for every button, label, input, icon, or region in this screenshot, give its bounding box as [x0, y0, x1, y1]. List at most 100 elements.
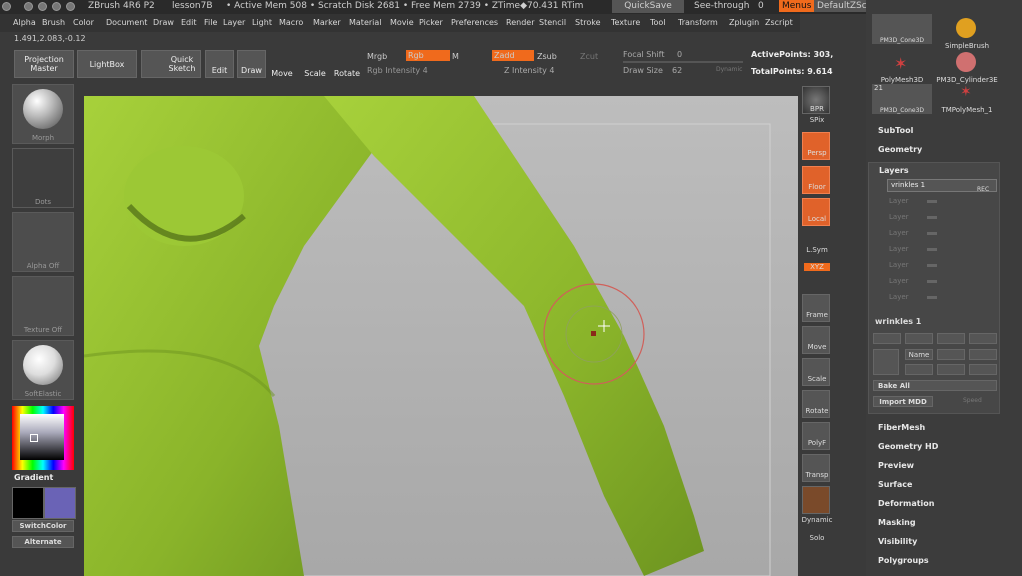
surface-section[interactable]: Surface: [878, 480, 912, 489]
layer-action-button[interactable]: [937, 333, 965, 344]
tool-thumb-pm3d-cone-2[interactable]: 21 PM3D_Cone3D: [872, 84, 932, 114]
switchcolor-button[interactable]: SwitchColor: [12, 520, 74, 532]
primary-color-swatch[interactable]: [12, 487, 44, 519]
bake-all-button[interactable]: Bake All: [873, 380, 997, 391]
layer-slot[interactable]: Layer: [889, 229, 909, 237]
stroke-thumbnail[interactable]: Dots: [12, 148, 74, 208]
see-through-value[interactable]: 0: [758, 1, 764, 11]
menu-movie[interactable]: Movie: [390, 18, 414, 27]
geometry-hd-section[interactable]: Geometry HD: [878, 442, 938, 451]
restore-icon[interactable]: [52, 2, 61, 11]
menu-edit[interactable]: Edit: [181, 18, 197, 27]
speed-slider[interactable]: Speed: [963, 397, 982, 404]
delete-layer-button[interactable]: [969, 349, 997, 360]
deformation-section[interactable]: Deformation: [878, 499, 934, 508]
window-icon[interactable]: [2, 2, 11, 11]
menu-texture[interactable]: Texture: [611, 18, 640, 27]
persp-button[interactable]: Persp: [802, 132, 830, 160]
masking-section[interactable]: Masking: [878, 518, 916, 527]
menu-preferences[interactable]: Preferences: [451, 18, 498, 27]
rec-button[interactable]: REC: [977, 186, 989, 193]
menu-document[interactable]: Document: [106, 18, 147, 27]
new-layer-button[interactable]: [873, 349, 899, 375]
scale-view-button[interactable]: Scale: [802, 358, 830, 386]
zsub-button[interactable]: Zsub: [537, 52, 557, 61]
menu-material[interactable]: Material: [349, 18, 382, 27]
layer-action-button[interactable]: [873, 333, 901, 344]
zcut-button[interactable]: Zcut: [580, 52, 598, 61]
menu-layer[interactable]: Layer: [223, 18, 245, 27]
secondary-color-swatch[interactable]: [44, 487, 76, 519]
layer-slot[interactable]: Layer: [889, 245, 909, 253]
alternate-button[interactable]: Alternate: [12, 536, 74, 548]
dynamic-toggle[interactable]: Dynamic: [716, 66, 742, 73]
lsym-button[interactable]: L.Sym: [798, 246, 836, 254]
name-button[interactable]: Name: [905, 349, 933, 360]
preview-section[interactable]: Preview: [878, 461, 914, 470]
layer-slot[interactable]: Layer: [889, 197, 909, 205]
solo-label[interactable]: Solo: [798, 534, 836, 542]
zadd-button[interactable]: Zadd: [492, 50, 534, 61]
gradient-label[interactable]: Gradient: [14, 473, 53, 482]
tool-thumb-tmpolymesh[interactable]: ✶ TMPolyMesh_1: [936, 84, 998, 114]
layer-slot[interactable]: Layer: [889, 213, 909, 221]
focal-shift-value[interactable]: 0: [677, 50, 682, 59]
quick-sketch-button[interactable]: Quick Sketch: [141, 50, 201, 78]
menu-render[interactable]: Render: [506, 18, 534, 27]
color-square[interactable]: [20, 414, 64, 460]
layer-slot-bar[interactable]: [927, 248, 937, 251]
layer-up-button[interactable]: [905, 364, 933, 375]
tool-thumb-polymesh3d[interactable]: ✶ PolyMesh3D: [872, 52, 932, 84]
polygroups-section[interactable]: Polygroups: [878, 556, 929, 565]
layer-slot-bar[interactable]: [927, 296, 937, 299]
menu-stencil[interactable]: Stencil: [539, 18, 566, 27]
menu-light[interactable]: Light: [252, 18, 272, 27]
material-thumbnail[interactable]: Morph: [12, 84, 74, 144]
focal-shift-slider[interactable]: [623, 61, 743, 63]
layer-action-button[interactable]: [969, 333, 997, 344]
layer-slot[interactable]: Layer: [889, 261, 909, 269]
geometry-section[interactable]: Geometry: [878, 145, 922, 154]
color-picker[interactable]: [12, 406, 74, 470]
menu-alpha[interactable]: Alpha: [13, 18, 36, 27]
rotate-view-button[interactable]: Rotate: [802, 390, 830, 418]
layer-down-button[interactable]: [937, 364, 965, 375]
alpha-thumbnail[interactable]: Alpha Off: [12, 212, 74, 272]
menu-marker[interactable]: Marker: [313, 18, 341, 27]
draw-size-value[interactable]: 62: [672, 66, 682, 75]
layer-slot-bar[interactable]: [927, 264, 937, 267]
scale-button[interactable]: Scale: [302, 50, 328, 78]
texture-thumbnail[interactable]: Texture Off: [12, 276, 74, 336]
polyf-button[interactable]: PolyF: [802, 422, 830, 450]
minimize-icon[interactable]: [24, 2, 33, 11]
edit-button[interactable]: Edit: [205, 50, 234, 78]
layer-slot[interactable]: Layer: [889, 277, 909, 285]
import-mdd-button[interactable]: Import MDD: [873, 396, 933, 407]
layer-slot-bar[interactable]: [927, 232, 937, 235]
layer-slot-bar[interactable]: [927, 216, 937, 219]
move-button[interactable]: Move: [269, 50, 295, 78]
layer-merge-button[interactable]: [969, 364, 997, 375]
layers-header[interactable]: Layers: [879, 166, 909, 175]
dynamic-button[interactable]: [802, 486, 830, 514]
spix-label[interactable]: SPix: [798, 116, 836, 124]
layer-slot[interactable]: Layer: [889, 293, 909, 301]
layer-action-button[interactable]: [905, 333, 933, 344]
fibermesh-section[interactable]: FiberMesh: [878, 423, 925, 432]
menu-brush[interactable]: Brush: [42, 18, 65, 27]
duplicate-layer-button[interactable]: [937, 349, 965, 360]
rgb-button[interactable]: Rgb: [406, 50, 450, 61]
menu-stroke[interactable]: Stroke: [575, 18, 601, 27]
projection-master-button[interactable]: Projection Master: [14, 50, 74, 78]
menu-tool[interactable]: Tool: [650, 18, 666, 27]
bpr-button[interactable]: BPR: [802, 86, 830, 114]
m-button[interactable]: M: [452, 52, 459, 61]
menus-button[interactable]: Menus: [779, 0, 815, 12]
lightbox-button[interactable]: LightBox: [77, 50, 137, 78]
menu-transform[interactable]: Transform: [678, 18, 718, 27]
tool-thumb-cylinder[interactable]: PM3D_Cylinder3E: [936, 52, 998, 84]
tool-thumb-simplebrush[interactable]: SimpleBrush: [936, 14, 998, 50]
softelastic-thumbnail[interactable]: SoftElastic: [12, 340, 74, 400]
rgb-intensity-slider[interactable]: Rgb Intensity 4: [367, 66, 428, 75]
close-icon[interactable]: [66, 2, 75, 11]
